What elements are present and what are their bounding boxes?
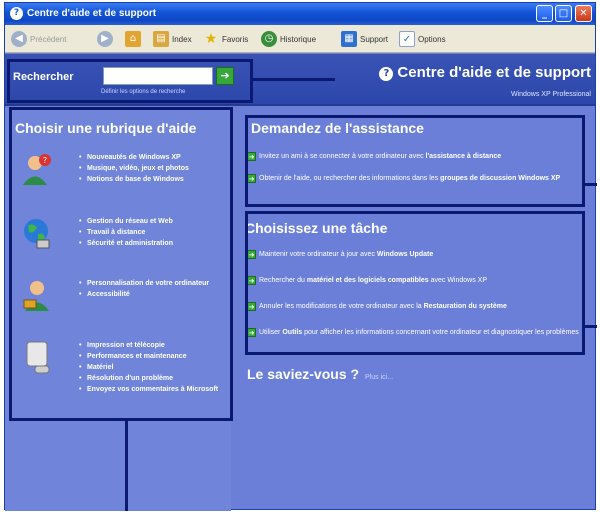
favorites-button[interactable]: ★ Favoris: [203, 29, 249, 49]
callout-assist: [245, 115, 585, 207]
callout-topics: [9, 107, 233, 421]
maximize-button[interactable]: □: [555, 5, 572, 22]
help-center-icon: ?: [10, 7, 23, 20]
history-clock-icon: ◷: [261, 31, 277, 47]
home-icon: ⌂: [125, 31, 141, 47]
close-button[interactable]: ✕: [575, 5, 592, 22]
callout-tasks: [245, 211, 585, 355]
callout-assist-line: [585, 183, 597, 186]
title-bar[interactable]: ? Centre d'aide et de support _ □ ✕: [5, 3, 595, 25]
index-button[interactable]: ▤ Index: [153, 29, 192, 49]
did-you-know-title: Le saviez-vous ?: [247, 366, 360, 382]
checklist-icon: ✓: [399, 31, 415, 47]
history-button[interactable]: ◷ Historique: [261, 29, 316, 49]
more-link[interactable]: Plus ici...: [365, 374, 393, 381]
window-title: Centre d'aide et de support: [27, 8, 157, 19]
forward-arrow-icon: ▶: [97, 31, 113, 47]
home-button[interactable]: ⌂: [125, 29, 141, 49]
back-arrow-icon: ◀: [11, 31, 27, 47]
support-button[interactable]: ▦ Support: [341, 29, 388, 49]
help-center-heading: ? Centre d'aide et de support: [379, 64, 591, 81]
support-icon: ▦: [341, 31, 357, 47]
callout-search: [7, 59, 253, 103]
help-center-title-text: Centre d'aide et de support: [397, 64, 591, 81]
callout-topics-line: [125, 421, 128, 511]
callout-tasks-line: [585, 325, 597, 328]
help-logo-icon: ?: [379, 67, 394, 81]
star-icon: ★: [204, 31, 218, 47]
forward-button[interactable]: ▶: [97, 29, 113, 49]
options-button[interactable]: ✓ Options: [399, 29, 446, 49]
book-icon: ▤: [153, 31, 169, 47]
toolbar: ◀ Précédent ▶ ⌂ ▤ Index ★ Favoris ◷ Hist…: [5, 25, 595, 53]
help-center-window: ? Centre d'aide et de support _ □ ✕ ◀ Pr…: [4, 2, 597, 511]
callout-search-line: [251, 78, 335, 81]
minimize-button[interactable]: _: [536, 5, 553, 22]
did-you-know-heading: Le saviez-vous ? Plus ici...: [247, 366, 393, 382]
windows-edition: Windows XP Professional: [510, 91, 591, 98]
back-button[interactable]: ◀ Précédent: [11, 29, 66, 49]
